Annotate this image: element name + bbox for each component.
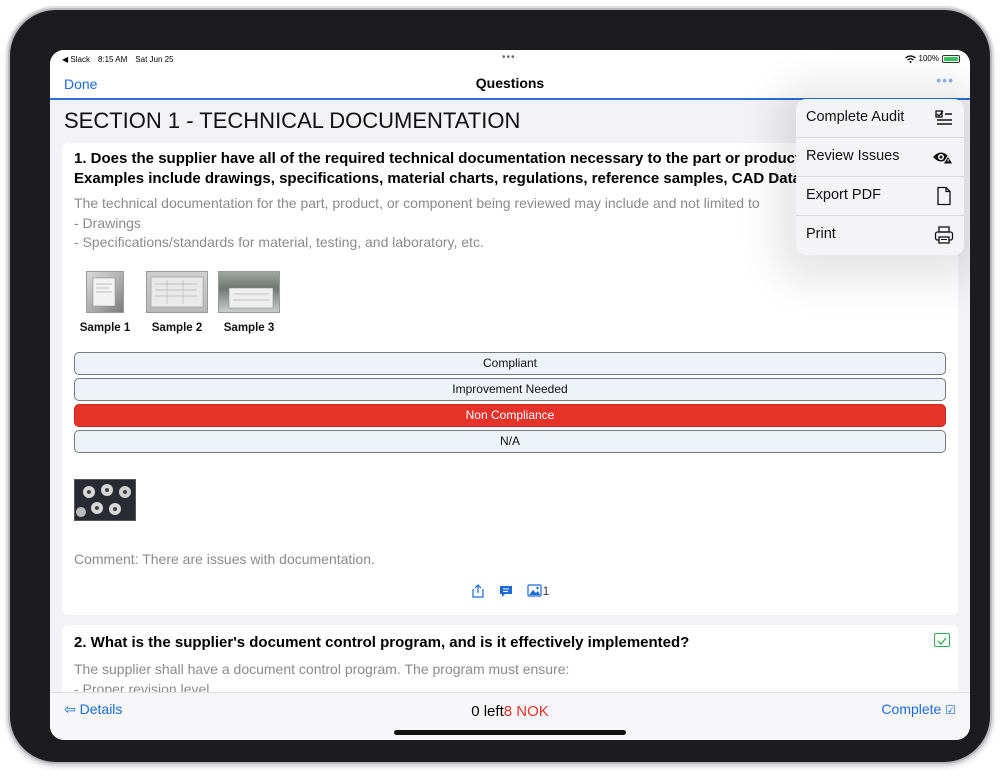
sample-caption: Sample 2 [151, 321, 203, 334]
sample-item[interactable]: Sample 3 [218, 270, 280, 334]
question-title: 2. What is the supplier's document contr… [74, 634, 690, 651]
question-actions: 1 [74, 584, 946, 598]
sample-thumbnail[interactable] [218, 270, 280, 313]
share-icon[interactable] [471, 583, 485, 598]
answered-check-icon [934, 633, 950, 647]
home-indicator[interactable] [394, 730, 626, 735]
menu-item-label: Print [806, 226, 836, 242]
complete-button[interactable]: Complete ☑ [881, 701, 956, 717]
sample-item[interactable]: Sample 1 [74, 270, 136, 334]
sample-gallery: Sample 1 Sample 2 Sample 3 [74, 270, 946, 334]
navigation-bar: Done Questions ••• [50, 68, 970, 100]
document-photo-icon [92, 277, 116, 306]
checklist-icon [935, 110, 952, 125]
photo-count: 1 [542, 583, 550, 598]
menu-item-label: Review Issues [806, 148, 900, 164]
section-title: SECTION 1 - TECHNICAL DOCUMENTATION [64, 108, 521, 133]
option-improvement-needed[interactable]: Improvement Needed [74, 377, 946, 401]
complete-label: Complete [881, 701, 942, 717]
sample-item[interactable]: Sample 2 [146, 270, 208, 334]
parts-photo-icon [75, 479, 135, 520]
menu-item-label: Complete Audit [806, 109, 905, 125]
question-card: 2. What is the supplier's document contr… [62, 625, 958, 695]
page-title: Questions [475, 75, 545, 91]
sample-thumbnail[interactable] [146, 270, 208, 313]
menu-item-label: Export PDF [806, 187, 881, 203]
screen: ◀ Slack 8:15 AM Sat Jun 25 ••• 100% Done… [50, 50, 970, 740]
question-comment: Comment: There are issues with documenta… [74, 550, 375, 567]
nok-count: 8 NOK [503, 703, 549, 720]
sample-caption: Sample 1 [79, 321, 131, 334]
progress-summary: 0 left8 NOK [50, 703, 970, 720]
printer-icon [934, 226, 954, 244]
back-to-app-link[interactable]: ◀ Slack [62, 55, 90, 64]
more-menu-icon[interactable]: ••• [936, 72, 954, 88]
document-icon [937, 186, 951, 206]
menu-item-export-pdf[interactable]: Export PDF [796, 177, 964, 216]
issue-photo[interactable] [74, 478, 136, 521]
question-description: The supplier shall have a document contr… [74, 661, 570, 677]
remaining-count: 0 left [471, 703, 504, 720]
status-date: Sat Jun 25 [135, 55, 174, 64]
option-non-compliance[interactable]: Non Compliance [74, 403, 946, 427]
comment-icon[interactable] [499, 584, 513, 598]
status-bar: ◀ Slack 8:15 AM Sat Jun 25 ••• 100% [50, 50, 970, 68]
sample-thumbnail[interactable] [86, 270, 124, 313]
status-time: 8:15 AM [97, 55, 128, 64]
checkbox-icon: ☑ [945, 703, 956, 717]
option-na[interactable]: N/A [74, 429, 946, 453]
option-compliant[interactable]: Compliant [74, 351, 946, 375]
menu-item-review-issues[interactable]: Review Issues [796, 138, 964, 177]
actions-menu: Complete Audit Review Issues Export PDF … [796, 99, 964, 255]
sample-caption: Sample 3 [223, 321, 275, 334]
photos-button[interactable]: 1 [527, 583, 550, 598]
menu-item-print[interactable]: Print [796, 216, 964, 255]
multitasking-dots-icon[interactable]: ••• [502, 52, 516, 63]
battery-icon [942, 54, 960, 63]
wifi-icon [904, 54, 916, 63]
answer-options: Compliant Improvement Needed Non Complia… [74, 351, 946, 453]
battery-percent: 100% [918, 54, 939, 63]
document-photo-icon [228, 287, 274, 308]
menu-item-complete-audit[interactable]: Complete Audit [796, 99, 964, 138]
photo-icon [527, 584, 542, 597]
ipad-frame: ◀ Slack 8:15 AM Sat Jun 25 ••• 100% Done… [10, 10, 990, 762]
document-photo-icon [150, 276, 204, 307]
eye-warning-icon [933, 152, 954, 165]
